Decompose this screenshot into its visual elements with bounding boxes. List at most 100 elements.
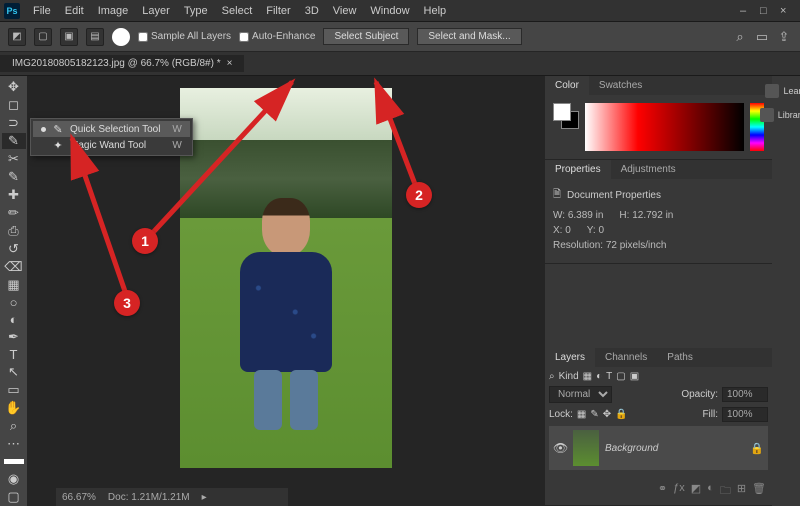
trash-icon[interactable]: 🗑 [752,482,766,501]
history-brush-tool-icon[interactable]: ↺ [2,241,26,257]
h-value[interactable]: 12.792 in [632,210,673,221]
filter-type-icon[interactable]: T [606,371,612,382]
menu-window[interactable]: Window [363,5,416,17]
res-value[interactable]: 72 pixels/inch [606,240,667,251]
maximize-icon[interactable]: □ [760,5,772,17]
tab-properties[interactable]: Properties [545,160,611,179]
color-picker[interactable] [585,103,744,151]
pen-tool-icon[interactable]: ✒ [2,329,26,345]
rectangle-tool-icon[interactable]: ▭ [2,382,26,398]
tab-layers[interactable]: Layers [545,348,595,367]
visibility-eye-icon[interactable]: 👁 [553,441,567,455]
sample-all-layers-checkbox[interactable]: Sample All Layers [138,31,231,42]
lock-position-icon[interactable]: ✥ [603,409,611,420]
dodge-tool-icon[interactable]: ◐ [2,312,26,327]
opacity-input[interactable] [722,387,768,402]
tab-paths[interactable]: Paths [657,348,703,367]
tab-channels[interactable]: Channels [595,348,657,367]
y-value[interactable]: 0 [598,225,604,236]
search-icon[interactable]: ⌕ [732,29,748,45]
menu-3d[interactable]: 3D [298,5,326,17]
document-tab[interactable]: IMG20180805182123.jpg @ 66.7% (RGB/8#) *… [0,55,244,72]
menu-filter[interactable]: Filter [259,5,297,17]
blend-mode-select[interactable]: Normal [549,386,612,403]
add-selection-icon[interactable]: ▣ [60,28,78,46]
menu-view[interactable]: View [326,5,364,17]
type-tool-icon[interactable]: T [2,347,26,362]
layer-thumbnail[interactable] [573,430,599,466]
link-layers-icon[interactable]: ⚭ [658,482,667,501]
tool-preset-icon[interactable]: ◩ [8,28,26,46]
subtract-selection-icon[interactable]: ▤ [86,28,104,46]
lock-pixels-icon[interactable]: ✎ [590,409,598,420]
libraries-panel-tab[interactable]: Libraries [760,108,800,122]
menu-image[interactable]: Image [91,5,136,17]
new-selection-icon[interactable]: ▢ [34,28,52,46]
flyout-item-label: Magic Wand Tool [70,140,160,151]
filter-pixel-icon[interactable]: ▦ [583,371,592,382]
edit-toolbar-icon[interactable]: ⋯ [2,436,26,452]
menu-layer[interactable]: Layer [135,5,177,17]
filter-shape-icon[interactable]: ▢ [616,371,625,382]
lock-transparent-icon[interactable]: ▦ [577,409,586,420]
select-subject-button[interactable]: Select Subject [323,28,409,45]
auto-enhance-checkbox[interactable]: Auto-Enhance [239,31,315,42]
tab-color[interactable]: Color [545,76,589,95]
zoom-level[interactable]: 66.67% [62,492,96,503]
quickmask-tool-icon[interactable]: ◉ [2,471,26,487]
flyout-magic-wand[interactable]: ✦ Magic Wand Tool W [33,137,190,153]
tab-adjustments[interactable]: Adjustments [611,160,686,179]
crop-tool-icon[interactable]: ✂ [2,151,26,167]
move-tool-icon[interactable]: ✥ [2,79,26,95]
minimize-icon[interactable]: – [740,5,752,17]
brush-tool-icon[interactable]: ✏ [2,205,26,221]
menu-type[interactable]: Type [177,5,215,17]
mask-icon[interactable]: ◩ [691,482,701,501]
menu-help[interactable]: Help [417,5,454,17]
eraser-tool-icon[interactable]: ⌫ [2,259,26,275]
tab-swatches[interactable]: Swatches [589,76,652,95]
color-swatch-icon[interactable] [4,459,24,464]
lock-icon[interactable]: 🔒 [750,442,764,455]
filter-kind-icon[interactable]: ⌕ [549,371,555,382]
lasso-tool-icon[interactable]: ⊃ [2,115,26,131]
lock-all-icon[interactable]: 🔒 [615,409,627,420]
filter-smart-icon[interactable]: ▣ [630,371,639,382]
layer-name[interactable]: Background [605,443,744,454]
blur-tool-icon[interactable]: ○ [2,295,26,310]
fx-icon[interactable]: ƒx [673,482,685,501]
workspace-icon[interactable]: ▭ [754,29,770,45]
group-icon[interactable]: 🗀 [720,482,731,501]
select-and-mask-button[interactable]: Select and Mask... [417,28,521,45]
document-canvas[interactable] [180,88,392,468]
zoom-tool-icon[interactable]: ⌕ [2,418,26,434]
x-value[interactable]: 0 [565,225,571,236]
new-layer-icon[interactable]: ⊞ [737,482,746,501]
flyout-quick-selection[interactable]: ✎ Quick Selection Tool W [33,121,190,137]
spot-heal-tool-icon[interactable]: ✚ [2,187,26,203]
path-select-tool-icon[interactable]: ↖ [2,364,26,380]
adjustment-layer-icon[interactable]: ◐ [707,482,714,501]
share-icon[interactable]: ⇪ [776,29,792,45]
eyedropper-tool-icon[interactable]: ✎ [2,169,26,185]
gradient-tool-icon[interactable]: ▦ [2,277,26,293]
quick-select-tool-icon[interactable]: ✎ [2,133,26,149]
hand-tool-icon[interactable]: ✋ [2,400,26,416]
tab-close-icon[interactable]: × [227,58,233,69]
screenmode-tool-icon[interactable]: ▢ [2,489,26,505]
stamp-tool-icon[interactable]: ⎙ [2,223,26,239]
menu-file[interactable]: File [26,5,58,17]
canvas-area[interactable]: ✎ Quick Selection Tool W ✦ Magic Wand To… [28,76,544,506]
menu-edit[interactable]: Edit [58,5,91,17]
close-icon[interactable]: × [780,5,792,17]
menu-select[interactable]: Select [215,5,260,17]
layer-row[interactable]: 👁 Background 🔒 [549,426,768,470]
fg-bg-swatch-icon[interactable] [553,103,579,129]
fill-input[interactable] [722,407,768,422]
status-chevron-icon[interactable]: ▸ [202,492,207,503]
brush-preview-icon[interactable] [112,28,130,46]
filter-adjust-icon[interactable]: ◐ [596,371,602,382]
w-value[interactable]: 6.389 in [568,210,604,221]
learn-panel-tab[interactable]: Learn [765,84,800,98]
marquee-tool-icon[interactable]: ◻ [2,97,26,113]
